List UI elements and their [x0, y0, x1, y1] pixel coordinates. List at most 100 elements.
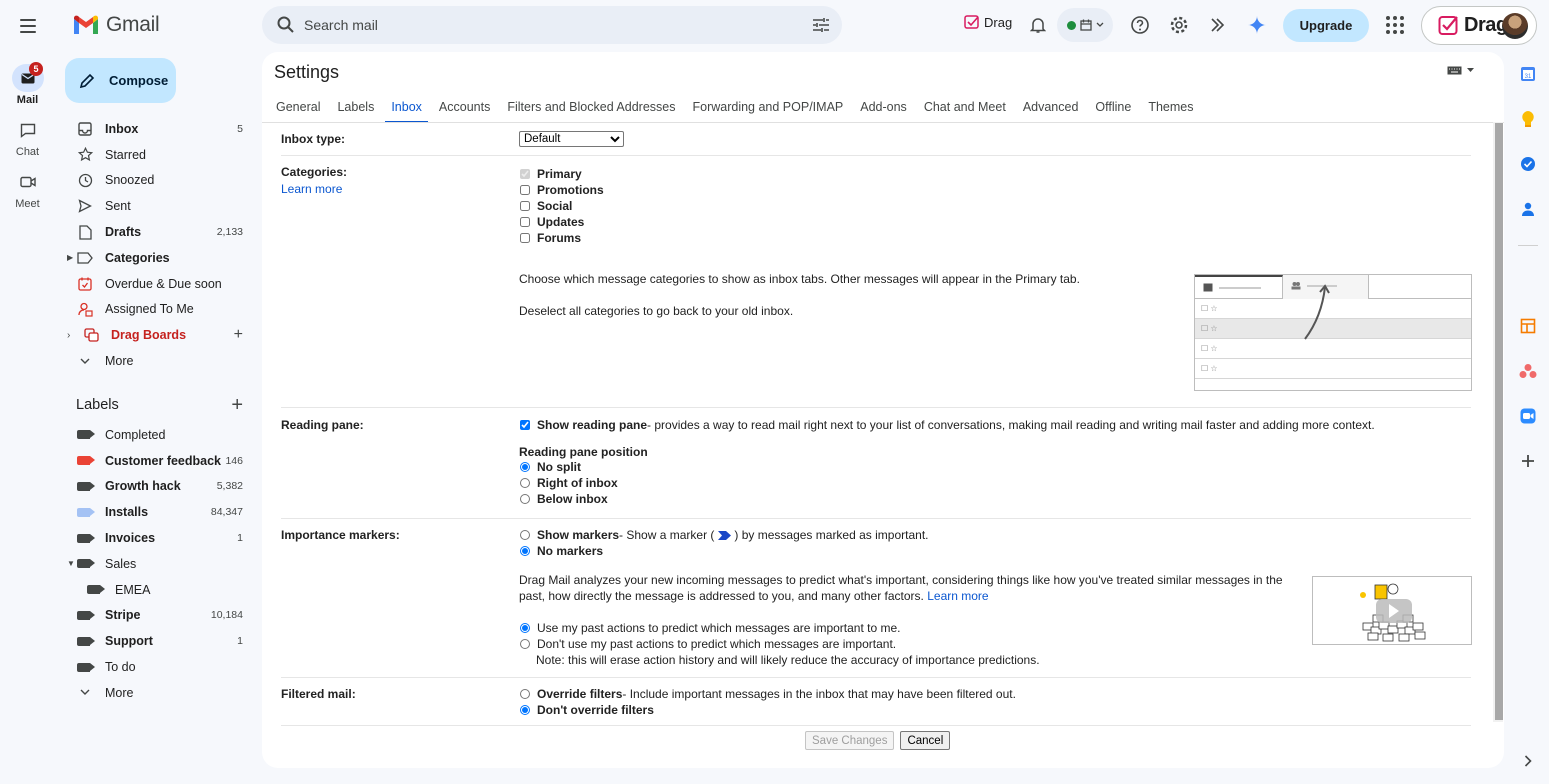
tasks-app-icon[interactable] [1518, 154, 1538, 174]
label-item-completed[interactable]: Completed [65, 422, 255, 448]
label-count: 84,347 [210, 506, 243, 519]
tab-addons[interactable]: Add-ons [858, 94, 909, 122]
tab-forwarding[interactable]: Forwarding and POP/IMAP [690, 94, 845, 122]
tab-chat-meet[interactable]: Chat and Meet [922, 94, 1008, 122]
keep-app-icon[interactable] [1518, 109, 1538, 129]
label-item-emea[interactable]: EMEA [65, 577, 255, 603]
compose-label: Compose [109, 73, 169, 88]
no-markers-radio[interactable]: No markers [519, 543, 1289, 559]
label-item-installs[interactable]: Installs 84,347 [65, 499, 255, 525]
expand-side-panel-icon[interactable] [1518, 751, 1538, 771]
label-item-sales[interactable]: ▼ Sales [65, 551, 255, 577]
sidebar-item-categories[interactable]: ▶ Categories [65, 245, 255, 271]
board-addon-icon[interactable] [1518, 316, 1538, 336]
override-filters-radio[interactable]: Override filters - Include important mes… [519, 686, 1016, 702]
tab-inbox[interactable]: Inbox [385, 94, 428, 123]
importance-video-thumbnail[interactable] [1312, 576, 1472, 645]
sidebar-item-assigned[interactable]: Assigned To Me [65, 297, 255, 323]
show-markers-radio[interactable]: Show markers - Show a marker ( ) by mess… [519, 527, 1289, 543]
inbox-type-select[interactable]: Default [519, 131, 624, 147]
rail-item-mail[interactable]: 5 Mail [0, 60, 55, 112]
sidebar-item-sent[interactable]: Sent [65, 193, 255, 219]
upgrade-button[interactable]: Upgrade [1283, 9, 1369, 42]
collapse-caret-icon[interactable]: ▼ [67, 559, 75, 568]
search-bar[interactable] [262, 6, 842, 44]
sidebar-item-drafts[interactable]: Drafts 2,133 [65, 219, 255, 245]
zoom-addon-icon[interactable] [1518, 406, 1538, 426]
scrollbar-thumb[interactable] [1495, 123, 1503, 720]
sidebar-item-snoozed[interactable]: Snoozed [65, 168, 255, 194]
category-social-checkbox[interactable]: Social [519, 198, 1080, 214]
sidebar-item-label: Overdue & Due soon [105, 276, 222, 291]
add-addon-icon[interactable] [1518, 451, 1538, 471]
reading-pane-right-radio[interactable]: Right of inbox [519, 475, 1375, 491]
sidebar-item-overdue[interactable]: Overdue & Due soon [65, 271, 255, 297]
main-menu-button[interactable] [12, 10, 44, 42]
label-item-to-do[interactable]: To do [65, 654, 255, 680]
category-forums-checkbox[interactable]: Forums [519, 230, 1080, 246]
importance-learn-more-link[interactable]: Learn more [927, 589, 988, 603]
search-icon[interactable] [276, 15, 296, 35]
input-tools-toggle[interactable] [1447, 66, 1474, 75]
search-input[interactable] [304, 6, 784, 44]
drag-link[interactable]: Drag [964, 14, 1012, 30]
tab-accounts[interactable]: Accounts [437, 94, 492, 122]
tab-general[interactable]: General [274, 94, 322, 122]
status-selector[interactable] [1057, 8, 1113, 42]
label-item-customer-feedback[interactable]: Customer feedback 146 [65, 448, 255, 474]
rail-item-chat[interactable]: Chat [0, 112, 55, 164]
compose-button[interactable]: Compose [65, 58, 176, 103]
reading-pane-below-radio[interactable]: Below inbox [519, 491, 1375, 507]
save-changes-button[interactable]: Save Changes [805, 731, 895, 750]
labels-more[interactable]: More [65, 680, 255, 706]
sidebar-item-inbox[interactable]: Inbox 5 [65, 116, 255, 142]
cancel-button[interactable]: Cancel [900, 731, 951, 750]
calendar-icon [1079, 19, 1092, 31]
dont-override-filters-radio[interactable]: Don't override filters [519, 702, 1016, 718]
reading-pane-no-split-radio[interactable]: No split [519, 459, 1375, 475]
asana-addon-icon[interactable] [1518, 361, 1538, 381]
show-reading-pane-checkbox[interactable]: Show reading pane - provides a way to re… [519, 417, 1375, 433]
category-primary-checkbox[interactable]: Primary [519, 166, 1080, 182]
rail-item-meet[interactable]: Meet [0, 164, 55, 216]
categories-deselect-note: Deselect all categories to go back to yo… [519, 304, 794, 318]
label-item-invoices[interactable]: Invoices 1 [65, 525, 255, 551]
gemini-features-icon[interactable] [1207, 14, 1229, 36]
pencil-icon [79, 73, 95, 88]
label-item-growth-hack[interactable]: Growth hack 5,382 [65, 474, 255, 500]
chevron-down-icon [77, 685, 93, 701]
label-item-support[interactable]: Support 1 [65, 628, 255, 654]
assigned-icon [77, 301, 93, 317]
sidebar-item-label: Assigned To Me [105, 302, 194, 317]
tab-filters[interactable]: Filters and Blocked Addresses [505, 94, 677, 122]
categories-learn-more-link[interactable]: Learn more [281, 182, 347, 196]
gmail-logo[interactable]: Gmail [72, 13, 160, 37]
avatar[interactable] [1502, 13, 1528, 39]
expand-caret-icon[interactable]: ▶ [67, 253, 73, 262]
category-promotions-checkbox[interactable]: Promotions [519, 182, 1080, 198]
expand-chevron-icon[interactable]: › [67, 330, 70, 341]
drag-account-badge[interactable]: Drag [1421, 6, 1537, 45]
category-updates-checkbox[interactable]: Updates [519, 214, 1080, 230]
gemini-sparkle-icon[interactable] [1246, 14, 1268, 36]
google-apps-icon[interactable] [1386, 16, 1404, 34]
sidebar-item-more[interactable]: More [65, 348, 255, 374]
sidebar-item-starred[interactable]: Starred [65, 142, 255, 168]
settings-gear-icon[interactable] [1168, 14, 1190, 36]
contacts-app-icon[interactable] [1518, 199, 1538, 219]
tab-advanced[interactable]: Advanced [1021, 94, 1081, 122]
tab-offline[interactable]: Offline [1093, 94, 1133, 122]
tab-labels[interactable]: Labels [335, 94, 376, 122]
calendar-app-icon[interactable]: 31 [1518, 64, 1538, 84]
dont-use-past-actions-radio[interactable]: Don't use my past actions to predict whi… [519, 636, 1289, 652]
use-past-actions-radio[interactable]: Use my past actions to predict which mes… [519, 620, 1289, 636]
add-label-icon[interactable]: + [231, 395, 243, 415]
svg-text:31: 31 [1525, 74, 1532, 80]
add-board-icon[interactable]: + [234, 326, 243, 344]
notifications-bell-icon[interactable] [1027, 14, 1049, 36]
help-icon[interactable] [1129, 14, 1151, 36]
tab-themes[interactable]: Themes [1146, 94, 1195, 122]
label-item-stripe[interactable]: Stripe 10,184 [65, 603, 255, 629]
search-options-icon[interactable] [812, 16, 830, 34]
sidebar-item-drag-boards[interactable]: › Drag Boards + [65, 322, 255, 348]
